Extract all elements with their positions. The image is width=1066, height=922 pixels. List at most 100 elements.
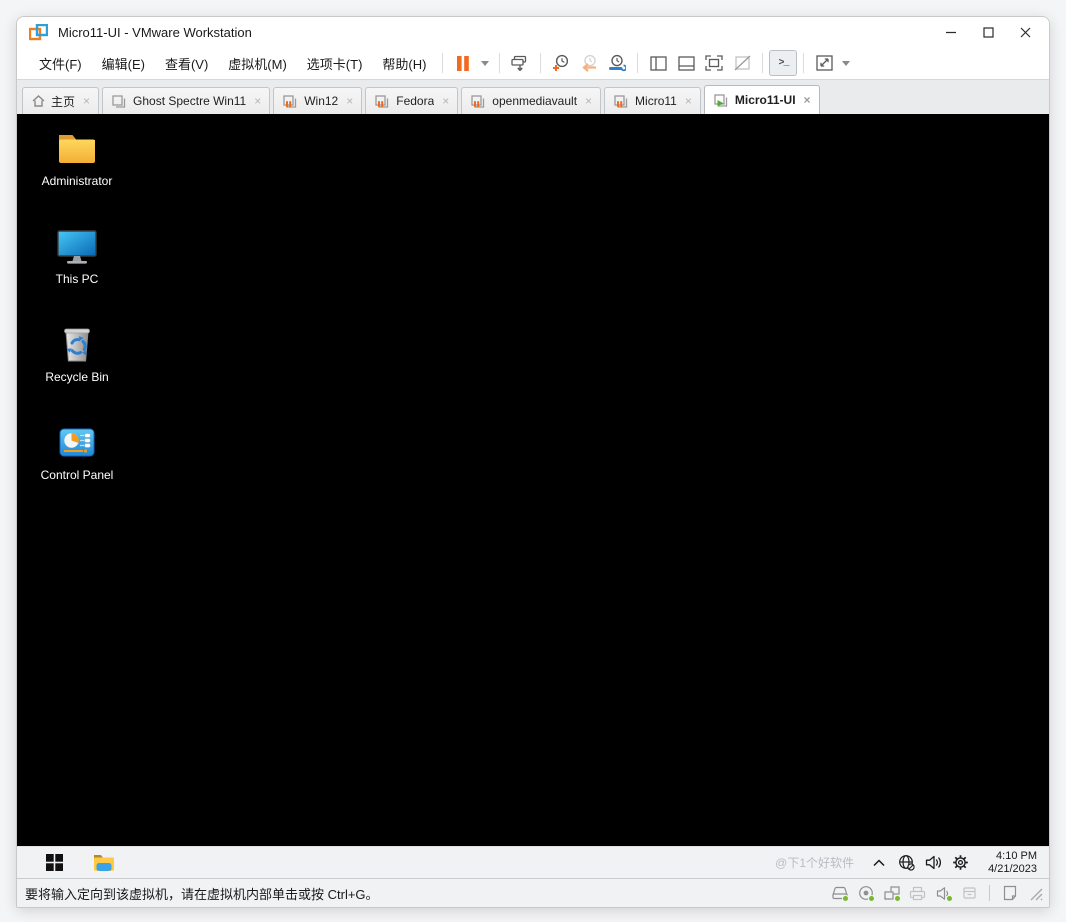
tab-win12[interactable]: Win12 × — [273, 87, 363, 114]
show-thumbnail-bar-icon[interactable] — [672, 50, 700, 76]
settings-gear-icon[interactable] — [951, 854, 969, 872]
tab-close-icon[interactable]: × — [81, 95, 92, 107]
tab-close-icon[interactable]: × — [344, 95, 355, 107]
tab-micro11-ui-active[interactable]: Micro11-UI × — [703, 85, 820, 114]
device-status-icons — [829, 884, 1049, 902]
home-icon — [32, 95, 45, 107]
desktop-icon-this-pc[interactable]: This PC — [35, 222, 119, 287]
tab-close-icon[interactable]: × — [683, 95, 694, 107]
tab-label: Fedora — [396, 94, 435, 108]
close-button[interactable] — [1011, 20, 1039, 44]
tab-label: Micro11 — [635, 94, 677, 108]
vmware-status-bar: 要将输入定向到该虚拟机，请在虚拟机内部单击或按 Ctrl+G。 — [17, 878, 1049, 907]
desktop-icon-label: Administrator — [41, 174, 113, 188]
clock-date: 4/21/2023 — [988, 862, 1037, 875]
start-button[interactable] — [37, 849, 71, 877]
desktop-icon-recycle-bin[interactable]: Recycle Bin — [35, 320, 119, 385]
window-title: Micro11-UI - VMware Workstation — [58, 24, 252, 40]
suspend-vm-icon[interactable] — [449, 50, 477, 76]
show-library-panel-icon[interactable] — [644, 50, 672, 76]
network-adapter-icon[interactable] — [881, 884, 902, 902]
snapshot-manager-icon[interactable] — [603, 50, 631, 76]
toolbar-separator — [499, 53, 501, 73]
tab-close-icon[interactable]: × — [802, 94, 813, 106]
desktop-icon-label: This PC — [55, 272, 99, 286]
vm-display[interactable]: Administrator This PC Recycle Bin Contro… — [17, 114, 1049, 878]
toolbar-separator — [442, 53, 444, 73]
console-view-glyph: >_ — [778, 57, 789, 69]
unity-mode-icon[interactable] — [728, 50, 756, 76]
menu-toolbar-row: 文件(F) 编辑(E) 查看(V) 虚拟机(M) 选项卡(T) 帮助(H) >_ — [17, 47, 1049, 79]
tab-label: openmediavault — [492, 94, 578, 108]
maximize-button[interactable] — [974, 20, 1002, 44]
take-snapshot-icon[interactable] — [547, 50, 575, 76]
status-ok-dot — [946, 895, 953, 902]
clock-time: 4:10 PM — [996, 849, 1037, 862]
printer-icon[interactable] — [907, 884, 928, 902]
guest-watermark: @下1个好软件 — [775, 856, 854, 870]
statusbar-separator — [989, 885, 990, 901]
menu-file[interactable]: 文件(F) — [29, 49, 92, 78]
windows-logo-icon — [45, 854, 63, 871]
control-panel-icon — [53, 418, 101, 466]
revert-snapshot-icon[interactable] — [575, 50, 603, 76]
suspend-dropdown-icon[interactable] — [477, 50, 493, 76]
tab-label: Ghost Spectre Win11 — [133, 94, 247, 108]
network-offline-icon[interactable] — [897, 854, 915, 872]
fullscreen-mode-icon[interactable] — [700, 50, 728, 76]
menu-edit[interactable]: 编辑(E) — [92, 49, 155, 78]
vm-suspended-icon — [614, 94, 628, 108]
cd-dvd-icon[interactable] — [855, 884, 876, 902]
system-tray — [870, 854, 969, 872]
stretch-guest-icon[interactable] — [810, 50, 838, 76]
tab-close-icon[interactable]: × — [583, 95, 594, 107]
menu-vm[interactable]: 虚拟机(M) — [218, 49, 297, 78]
vmware-workstation-window: Micro11-UI - VMware Workstation 文件(F) 编辑… — [16, 16, 1050, 908]
taskbar-clock[interactable]: 4:10 PM 4/21/2023 — [979, 850, 1037, 876]
stretch-dropdown-icon[interactable] — [838, 50, 854, 76]
tab-label: Win12 — [304, 94, 339, 108]
send-ctrl-alt-del-icon[interactable] — [506, 50, 534, 76]
tab-close-icon[interactable]: × — [440, 95, 451, 107]
menu-view[interactable]: 查看(V) — [155, 49, 218, 78]
file-explorer-button[interactable] — [87, 849, 121, 877]
tab-fedora[interactable]: Fedora × — [365, 87, 459, 114]
status-ok-dot — [868, 895, 875, 902]
title-bar: Micro11-UI - VMware Workstation — [17, 17, 1049, 47]
vm-suspended-icon — [375, 94, 389, 108]
tab-label: Micro11-UI — [734, 93, 796, 107]
folder-icon — [53, 124, 101, 172]
volume-icon[interactable] — [924, 854, 942, 872]
tab-strip: 主页 × Ghost Spectre Win11 × Win12 × Fedor… — [17, 79, 1049, 114]
tab-micro11[interactable]: Micro11 × — [604, 87, 701, 114]
tray-expand-icon[interactable] — [870, 854, 888, 872]
message-log-icon[interactable] — [999, 884, 1020, 902]
monitor-icon — [53, 222, 101, 270]
minimize-button[interactable] — [937, 20, 965, 44]
tab-home[interactable]: 主页 × — [22, 87, 100, 114]
tab-ghost-spectre-win11[interactable]: Ghost Spectre Win11 × — [102, 87, 271, 114]
console-view-button[interactable]: >_ — [769, 50, 798, 76]
hard-disk-icon[interactable] — [829, 884, 850, 902]
tab-close-icon[interactable]: × — [252, 95, 263, 107]
tab-openmediavault[interactable]: openmediavault × — [461, 87, 602, 114]
toolbar-separator — [540, 53, 542, 73]
desktop-icon-label: Recycle Bin — [45, 370, 109, 384]
resize-grip[interactable] — [1027, 885, 1043, 901]
vm-powered-off-icon — [112, 94, 126, 108]
file-explorer-icon — [94, 855, 114, 872]
toolbar-separator — [803, 53, 805, 73]
tab-label: 主页 — [51, 94, 76, 109]
sound-device-icon[interactable] — [933, 884, 954, 902]
vm-running-icon — [714, 93, 728, 107]
usb-device-icon[interactable] — [959, 884, 980, 902]
menu-help[interactable]: 帮助(H) — [372, 49, 436, 78]
guest-desktop[interactable]: Administrator This PC Recycle Bin Contro… — [17, 114, 1049, 846]
desktop-icon-control-panel[interactable]: Control Panel — [35, 418, 119, 483]
toolbar-separator — [762, 53, 764, 73]
status-message: 要将输入定向到该虚拟机，请在虚拟机内部单击或按 Ctrl+G。 — [25, 886, 379, 902]
guest-taskbar: @下1个好软件 4:10 PM 4/21/2023 — [17, 846, 1049, 878]
desktop-icon-administrator[interactable]: Administrator — [35, 124, 119, 189]
menu-tabs[interactable]: 选项卡(T) — [297, 49, 373, 78]
toolbar-separator — [637, 53, 639, 73]
